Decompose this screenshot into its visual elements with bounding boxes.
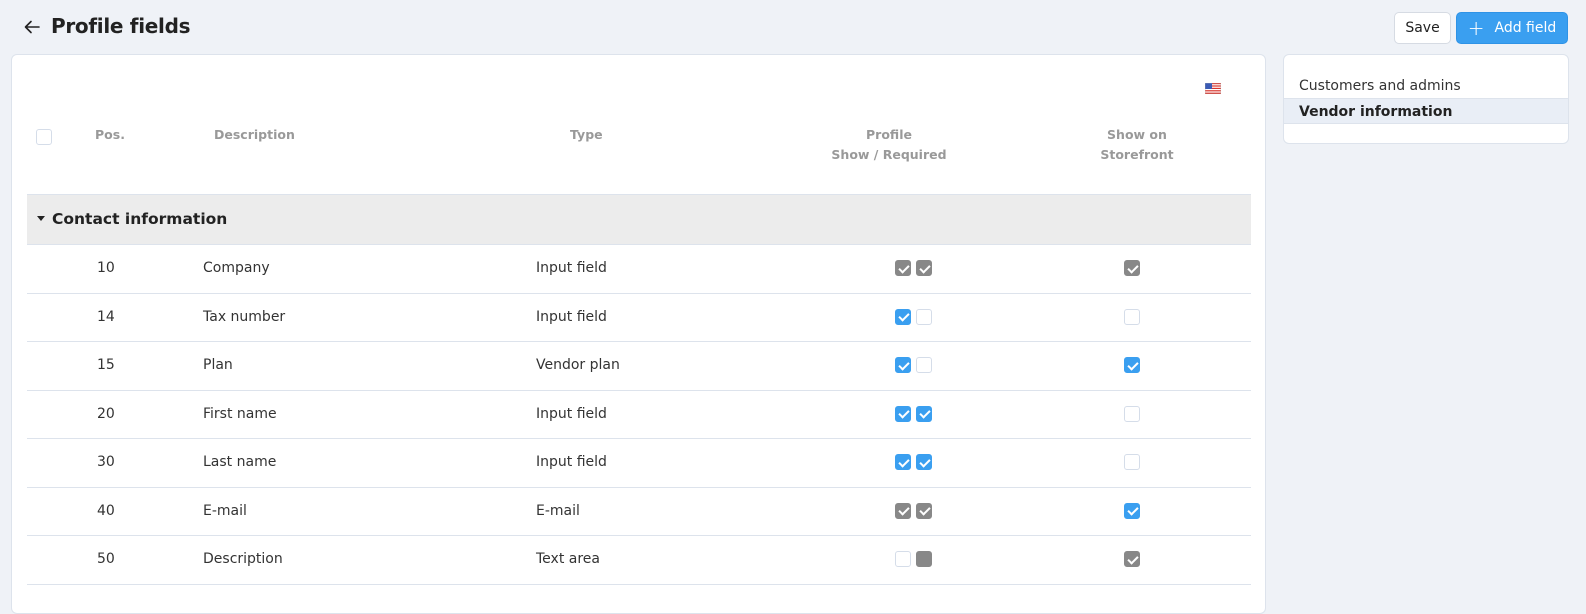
- field-type: Input field: [536, 260, 607, 276]
- plus-icon: +: [1467, 16, 1485, 40]
- table-row: 50 Description Text area: [27, 536, 1251, 585]
- back-button[interactable]: [22, 17, 42, 37]
- column-profile-subtitle: Show / Required: [831, 147, 947, 162]
- profile-required-checkbox[interactable]: [916, 357, 932, 373]
- column-description[interactable]: Description: [214, 125, 295, 145]
- field-type: Text area: [536, 551, 600, 567]
- fields-table-body: 10 Company Input field 14 Tax number Inp…: [27, 245, 1251, 585]
- storefront-show-checkbox[interactable]: [1124, 308, 1140, 325]
- field-description-link[interactable]: Plan: [203, 357, 233, 373]
- position-value: 30: [97, 454, 115, 470]
- profile-show-checkbox[interactable]: [895, 308, 911, 325]
- profile-required-checkbox[interactable]: [916, 308, 932, 325]
- column-profile-title: Profile: [866, 127, 912, 142]
- table-header: Pos. Description Type Profile Show / Req…: [27, 110, 1251, 194]
- profile-show-checkbox[interactable]: [895, 357, 911, 373]
- field-type: Vendor plan: [536, 357, 620, 373]
- storefront-show-checkbox: [1124, 260, 1140, 276]
- field-description-link[interactable]: Last name: [203, 454, 276, 470]
- sidebar-item-customers-and-admins[interactable]: Customers and admins: [1284, 73, 1568, 99]
- profile-type-sidebar: Customers and admins Vendor information: [1283, 54, 1569, 144]
- profile-required-checkbox[interactable]: [916, 454, 932, 470]
- position-value: 40: [97, 502, 115, 519]
- profile-required-checkbox: [916, 551, 932, 567]
- table-row: 40 E-mail E-mail: [27, 488, 1251, 536]
- storefront-show-checkbox: [1124, 551, 1140, 567]
- column-profile: Profile Show / Required: [827, 125, 951, 165]
- page-header: Profile fields Save + Add field: [0, 0, 1586, 54]
- field-description-link[interactable]: Tax number: [203, 309, 285, 325]
- page-title: Profile fields: [51, 14, 191, 38]
- column-type[interactable]: Type: [570, 125, 603, 145]
- table-row: 30 Last name Input field: [27, 439, 1251, 488]
- us-flag-icon[interactable]: [1204, 79, 1222, 95]
- group-label: Contact information: [52, 210, 228, 228]
- field-description-link[interactable]: Description: [203, 551, 283, 567]
- table-row: 20 First name Input field: [27, 391, 1251, 439]
- field-description-link[interactable]: Company: [203, 260, 270, 276]
- position-value: 10: [97, 260, 115, 276]
- field-type: E-mail: [536, 502, 580, 519]
- position-value: 20: [97, 405, 115, 422]
- column-storefront-title: Show on: [1107, 127, 1167, 142]
- column-storefront: Show on Storefront: [1087, 125, 1187, 165]
- sidebar-item-vendor-information[interactable]: Vendor information: [1284, 98, 1568, 124]
- table-row: 10 Company Input field: [27, 245, 1251, 294]
- save-button[interactable]: Save: [1394, 12, 1451, 44]
- field-description-link[interactable]: First name: [203, 406, 277, 422]
- storefront-show-checkbox[interactable]: [1124, 405, 1140, 422]
- field-type: Input field: [536, 405, 607, 422]
- select-all-checkbox[interactable]: [36, 128, 52, 145]
- profile-show-checkbox: [895, 502, 911, 519]
- field-description-link[interactable]: E-mail: [203, 503, 247, 519]
- profile-show-checkbox[interactable]: [895, 405, 911, 422]
- position-value: 15: [97, 357, 115, 373]
- profile-show-checkbox[interactable]: [895, 551, 911, 567]
- table-row: 15 Plan Vendor plan: [27, 342, 1251, 391]
- storefront-show-checkbox[interactable]: [1124, 454, 1140, 470]
- storefront-show-checkbox[interactable]: [1124, 357, 1140, 373]
- column-storefront-subtitle: Storefront: [1100, 147, 1174, 162]
- table-row: 14 Tax number Input field: [27, 294, 1251, 342]
- field-type: Input field: [536, 454, 607, 470]
- position-value: 14: [97, 308, 115, 325]
- column-pos[interactable]: Pos.: [95, 125, 125, 145]
- arrow-left-icon: [24, 20, 40, 34]
- storefront-show-checkbox[interactable]: [1124, 502, 1140, 519]
- profile-required-checkbox: [916, 260, 932, 276]
- add-field-button[interactable]: + Add field: [1456, 12, 1568, 44]
- profile-show-checkbox[interactable]: [895, 454, 911, 470]
- position-value: 50: [97, 551, 115, 567]
- add-field-label: Add field: [1494, 20, 1557, 36]
- profile-required-checkbox[interactable]: [916, 405, 932, 422]
- profile-show-checkbox: [895, 260, 911, 276]
- field-type: Input field: [536, 308, 607, 325]
- group-contact-information[interactable]: Contact information: [27, 194, 1251, 245]
- profile-required-checkbox: [916, 502, 932, 519]
- caret-down-icon: [37, 216, 45, 221]
